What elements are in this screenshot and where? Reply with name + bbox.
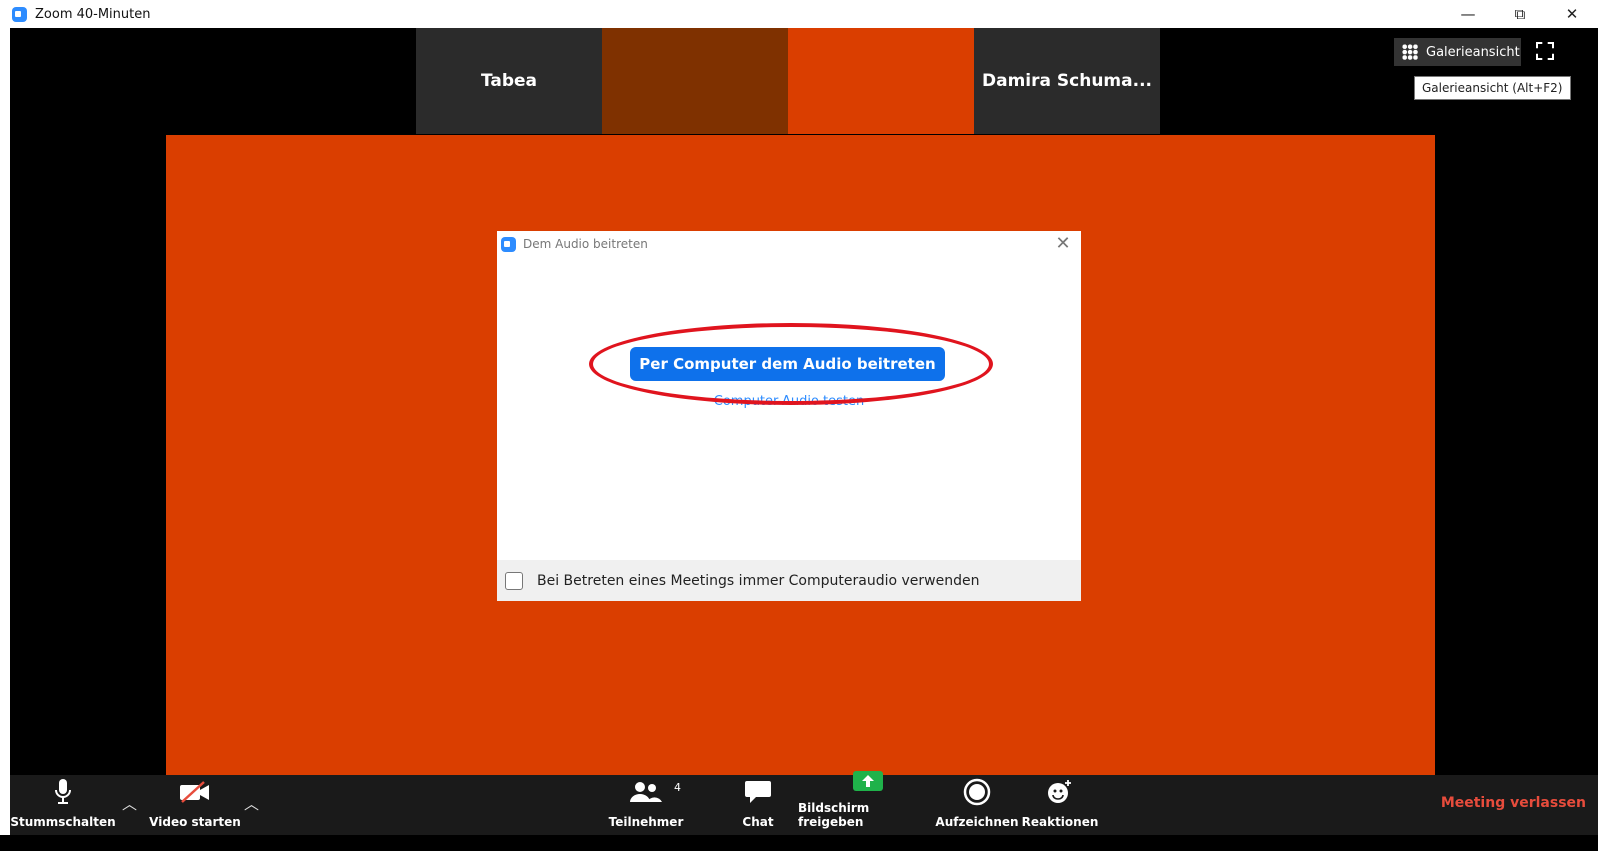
record-icon — [963, 777, 991, 807]
participant-count-badge: 4 — [674, 781, 681, 794]
close-window-button[interactable]: ✕ — [1546, 0, 1598, 28]
reactions-label: Reaktionen — [1021, 815, 1099, 829]
zoom-app-icon — [12, 6, 27, 22]
participant-tile-3[interactable] — [788, 28, 974, 134]
gallery-view-button[interactable]: Galerieansicht — [1394, 38, 1521, 66]
participant-name: Damira Schuma... — [982, 71, 1152, 91]
participant-tile-1[interactable]: Tabea — [416, 28, 602, 134]
video-options-chevron-icon[interactable]: ︿ — [244, 793, 259, 814]
participant-tile-4[interactable]: Damira Schuma... — [974, 28, 1160, 134]
start-video-label: Video starten — [149, 815, 241, 829]
reactions-icon — [1046, 777, 1074, 807]
mute-label: Stummschalten — [10, 815, 116, 829]
participant-name: Tabea — [480, 71, 538, 91]
bottom-strip — [0, 835, 1598, 851]
chat-button[interactable]: Chat — [726, 775, 790, 835]
restore-button[interactable]: ⧉ — [1494, 0, 1546, 28]
annotation-highlight-ellipse — [589, 323, 993, 405]
audio-options-chevron-icon[interactable]: ︿ — [122, 793, 137, 814]
join-audio-dialog: Dem Audio beitreten ✕ Per Computer dem A… — [497, 231, 1081, 601]
chat-label: Chat — [742, 815, 774, 829]
window-titlebar: Zoom 40-Minuten — ⧉ ✕ — [0, 0, 1598, 28]
window-title: Zoom 40-Minuten — [35, 6, 151, 22]
dialog-footer: Bei Betreten eines Meetings immer Comput… — [497, 560, 1081, 601]
share-screen-button[interactable]: Bildschirm freigeben — [798, 771, 938, 835]
window-controls: — ⧉ ✕ — [1442, 0, 1598, 28]
dialog-title: Dem Audio beitreten — [523, 237, 648, 251]
always-computer-audio-label: Bei Betreten eines Meetings immer Comput… — [537, 572, 980, 589]
start-video-button[interactable]: Video starten — [142, 775, 248, 835]
record-button[interactable]: Aufzeichnen — [934, 775, 1020, 835]
gallery-view-tooltip: Galerieansicht (Alt+F2) — [1414, 76, 1571, 100]
participants-label: Teilnehmer — [608, 815, 684, 829]
grid-icon — [1402, 44, 1418, 60]
share-screen-icon — [852, 769, 884, 793]
always-computer-audio-checkbox[interactable] — [505, 571, 523, 590]
close-icon[interactable]: ✕ — [1053, 234, 1073, 254]
fullscreen-icon[interactable] — [1536, 42, 1554, 60]
microphone-icon — [54, 777, 72, 807]
reactions-button[interactable]: Reaktionen — [1018, 775, 1102, 835]
record-label: Aufzeichnen — [935, 815, 1019, 829]
participants-icon — [629, 777, 663, 807]
share-screen-label: Bildschirm freigeben — [798, 801, 870, 829]
gallery-view-label: Galerieansicht — [1426, 44, 1520, 60]
dialog-titlebar: Dem Audio beitreten — [497, 231, 1081, 257]
leave-meeting-button[interactable]: Meeting verlassen — [1441, 795, 1586, 811]
mute-button[interactable]: Stummschalten — [10, 775, 116, 835]
chat-icon — [744, 777, 772, 807]
meeting-toolbar: Stummschalten ︿ Video starten ︿ Teilnehm… — [10, 771, 1598, 835]
participant-tile-2[interactable] — [602, 28, 788, 134]
zoom-app-icon — [501, 236, 516, 252]
minimize-button[interactable]: — — [1442, 0, 1494, 28]
video-off-icon — [178, 777, 212, 807]
